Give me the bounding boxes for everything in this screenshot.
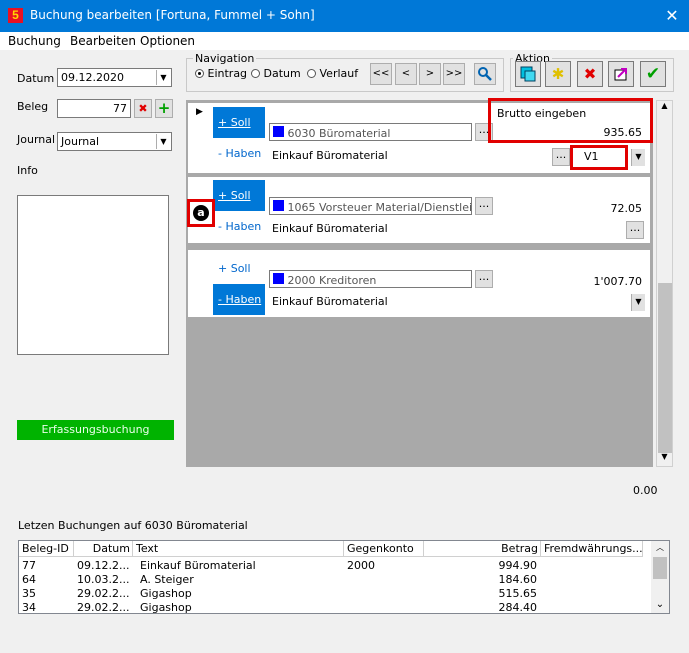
confirm-check-icon[interactable]: ✔ xyxy=(640,61,666,87)
search-icon[interactable] xyxy=(474,63,496,85)
journal-label: Journal xyxy=(17,133,56,146)
entry-2-text[interactable]: Einkauf Büromaterial xyxy=(269,220,647,239)
scroll-thumb[interactable] xyxy=(658,283,672,453)
table-row[interactable]: 35 29.02.2... Gigashop 515.65 xyxy=(19,587,651,601)
erfassungsbuchung-button[interactable]: Erfassungsbuchung xyxy=(17,420,174,440)
entry-3-text[interactable]: Einkauf Büromaterial xyxy=(269,293,572,312)
entry-2-amount[interactable]: 72.05 xyxy=(497,200,647,219)
export-icon[interactable] xyxy=(608,61,634,87)
nav-first-button[interactable]: << xyxy=(370,63,392,85)
scroll-down-icon[interactable]: ▼ xyxy=(657,452,672,466)
haben-button[interactable]: - Haben xyxy=(213,211,265,242)
nav-prev-button[interactable]: < xyxy=(395,63,417,85)
account-picker-button[interactable]: ... xyxy=(475,197,493,215)
nav-option-datum[interactable]: Datum xyxy=(251,67,301,80)
table-row[interactable]: 77 09.12.2... Einkauf Büromaterial 2000 … xyxy=(19,559,651,573)
haben-button[interactable]: - Haben xyxy=(213,284,265,315)
scroll-thumb[interactable] xyxy=(653,557,667,579)
table-scrollbar[interactable]: ︿ ⌄ xyxy=(651,541,669,613)
datum-value: 09.12.2020 xyxy=(61,71,124,84)
nav-last-button[interactable]: >> xyxy=(443,63,465,85)
entry-3-account[interactable]: 2000 Kreditoren xyxy=(269,270,472,288)
close-icon[interactable]: ✕ xyxy=(658,4,686,28)
journal-value: Journal xyxy=(61,135,100,148)
current-row-arrow-icon: ▶ xyxy=(196,107,203,117)
delete-icon[interactable]: ✖ xyxy=(577,61,603,87)
datum-field[interactable]: 09.12.2020 ▼ xyxy=(57,68,172,87)
delete-beleg-icon[interactable]: ✖ xyxy=(134,99,152,118)
brutto-highlight xyxy=(488,98,653,143)
add-beleg-icon[interactable]: + xyxy=(155,99,173,118)
entry-1-account[interactable]: 6030 Büromaterial xyxy=(269,123,472,141)
soll-button[interactable]: + Soll xyxy=(213,107,265,138)
balance-value: 0.00 xyxy=(633,484,658,497)
nav-option-eintrag[interactable]: Eintrag xyxy=(195,67,247,80)
menu-bearbeiten[interactable]: Bearbeiten xyxy=(70,34,136,48)
beleg-field[interactable]: 77 xyxy=(57,99,131,118)
chevron-down-icon[interactable]: ▼ xyxy=(156,70,170,85)
datum-label: Datum xyxy=(17,72,55,85)
new-star-icon[interactable]: ✱ xyxy=(545,61,571,87)
info-textarea[interactable] xyxy=(17,195,169,355)
chevron-down-icon[interactable]: ⌄ xyxy=(651,599,669,613)
menu-buchung[interactable]: Buchung xyxy=(8,34,61,48)
col-text[interactable]: Text xyxy=(133,541,344,557)
radio-icon xyxy=(307,69,316,78)
entry-2-side: + Soll - Haben xyxy=(213,180,265,242)
col-beleg-id[interactable]: Beleg-ID xyxy=(19,541,74,557)
nav-next-button[interactable]: > xyxy=(419,63,441,85)
chevron-down-icon[interactable]: ▼ xyxy=(156,134,170,149)
account-color-icon xyxy=(273,126,284,137)
entries-scrollbar[interactable]: ▲ ▼ xyxy=(656,100,673,467)
entry-1-text[interactable]: Einkauf Büromaterial xyxy=(269,147,570,166)
haben-button[interactable]: - Haben xyxy=(213,138,265,169)
table-body: 77 09.12.2... Einkauf Büromaterial 2000 … xyxy=(19,559,651,615)
copy-icon[interactable] xyxy=(515,61,541,87)
soll-button[interactable]: + Soll xyxy=(213,180,265,211)
table-row[interactable]: 64 10.03.2... A. Steiger 184.60 xyxy=(19,573,651,587)
text-picker-button[interactable]: ... xyxy=(552,148,570,166)
entry-2-account[interactable]: 1065 Vorsteuer Material/Dienstleistung xyxy=(269,197,472,215)
info-label: Info xyxy=(17,164,38,177)
entry-3-vat-select[interactable]: ▼ xyxy=(577,293,646,312)
radio-selected-icon xyxy=(195,69,204,78)
col-fremdwaehrung[interactable]: Fremdwährungs... xyxy=(541,541,643,557)
last-bookings-table[interactable]: Beleg-ID Datum Text Gegenkonto Betrag Fr… xyxy=(18,540,670,614)
account-color-icon xyxy=(273,200,284,211)
entry-3-amount[interactable]: 1'007.70 xyxy=(497,273,647,292)
soll-button[interactable]: + Soll xyxy=(213,253,265,284)
auto-booking-icon: a xyxy=(193,205,209,221)
last-bookings-title: Letzen Buchungen auf 6030 Büromaterial xyxy=(18,519,248,532)
table-row[interactable]: 34 29.02.2... Gigashop 284.40 xyxy=(19,601,651,615)
col-betrag[interactable]: Betrag xyxy=(424,541,541,557)
chevron-up-icon[interactable]: ︿ xyxy=(651,541,669,555)
navigation-label: Navigation xyxy=(193,52,257,65)
brutto-label: Brutto eingeben xyxy=(497,107,587,120)
scroll-up-icon[interactable]: ▲ xyxy=(657,101,672,115)
vat-highlight xyxy=(570,145,628,170)
account-picker-button[interactable]: ... xyxy=(475,270,493,288)
entry-1-side: + Soll - Haben xyxy=(213,107,265,169)
chevron-down-icon[interactable]: ▼ xyxy=(631,294,645,311)
app-icon: 5 xyxy=(8,8,23,23)
col-gegenkonto[interactable]: Gegenkonto xyxy=(344,541,424,557)
radio-icon xyxy=(251,69,260,78)
chevron-down-icon[interactable]: ▼ xyxy=(631,149,645,166)
beleg-label: Beleg xyxy=(17,100,49,113)
col-datum[interactable]: Datum xyxy=(74,541,133,557)
text-picker-button[interactable]: ... xyxy=(626,221,644,239)
entry-3-side: + Soll - Haben xyxy=(213,253,265,315)
nav-option-verlauf[interactable]: Verlauf xyxy=(307,67,358,80)
account-color-icon xyxy=(273,273,284,284)
menu-optionen[interactable]: Optionen xyxy=(140,34,195,48)
window-title: Buchung bearbeiten [Fortuna, Fummel + So… xyxy=(30,8,315,22)
journal-select[interactable]: Journal ▼ xyxy=(57,132,172,151)
